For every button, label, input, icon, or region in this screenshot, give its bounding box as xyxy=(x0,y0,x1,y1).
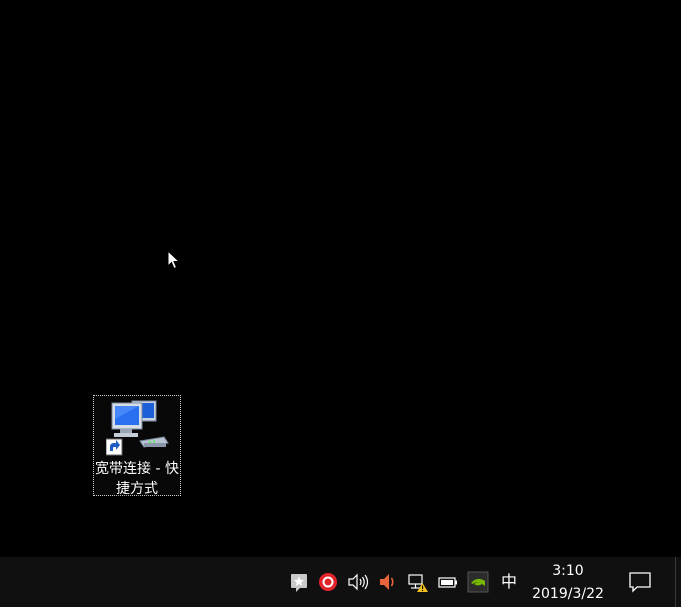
speaker-muted-orange-icon[interactable] xyxy=(377,571,399,593)
star-notification-icon[interactable] xyxy=(288,571,310,593)
clock-date: 2019/3/22 xyxy=(532,586,604,602)
battery-icon[interactable] xyxy=(437,571,459,593)
desktop[interactable]: 宽带连接 - 快捷方式 xyxy=(0,0,681,557)
network-connection-icon xyxy=(106,400,169,456)
clock-time: 3:10 xyxy=(552,563,584,579)
nvidia-icon[interactable] xyxy=(467,571,489,593)
show-desktop-button[interactable] xyxy=(675,557,681,607)
red-ring-app-icon[interactable] xyxy=(317,571,339,593)
broadband-connection-shortcut[interactable]: 宽带连接 - 快捷方式 xyxy=(93,395,181,497)
speaker-icon[interactable] xyxy=(347,571,369,593)
clock[interactable]: 3:10 2019/3/22 xyxy=(526,560,610,604)
notification-bubble-icon[interactable] xyxy=(627,570,653,594)
taskbar: 中 3:10 2019/3/22 xyxy=(0,557,681,607)
network-warning-icon[interactable] xyxy=(407,571,429,593)
shortcut-label: 宽带连接 - 快捷方式 xyxy=(95,461,179,497)
mouse-pointer-icon xyxy=(167,250,181,270)
ime-indicator[interactable]: 中 xyxy=(497,570,521,594)
